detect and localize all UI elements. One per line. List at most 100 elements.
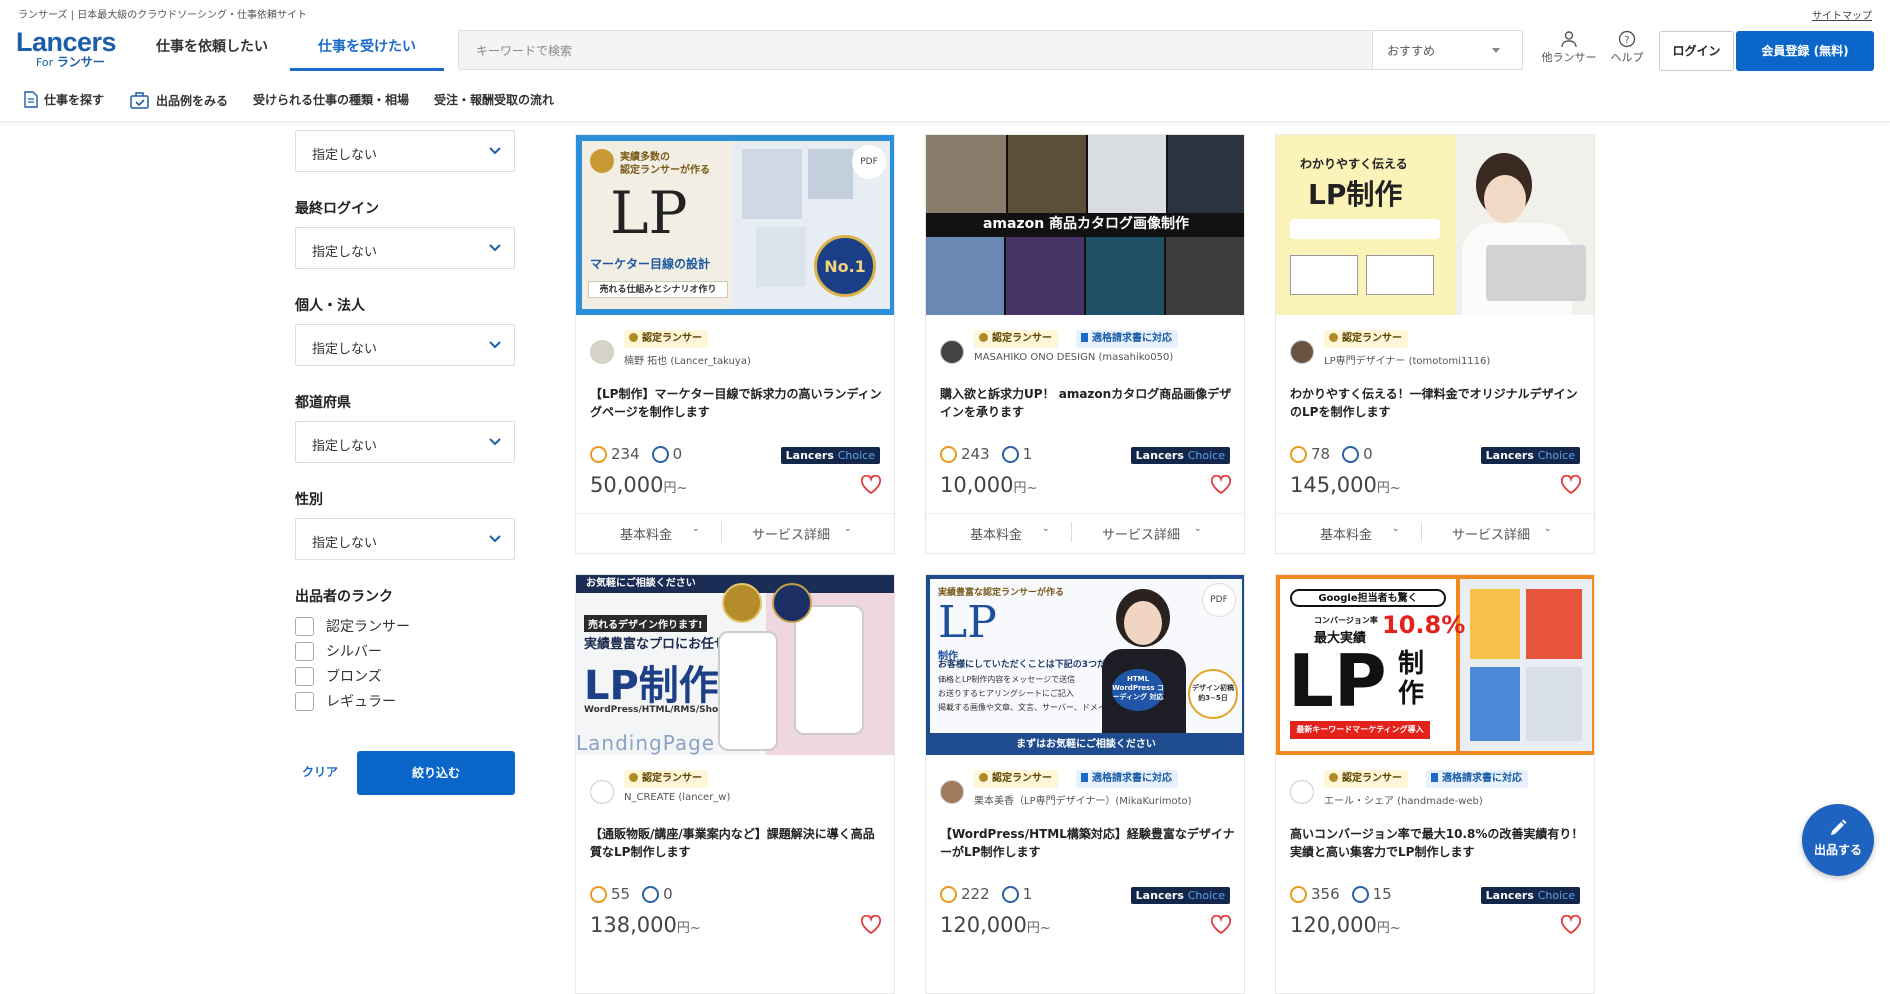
seller-name[interactable]: MASAHIKO ONO DESIGN (masahiko050) (974, 352, 1173, 363)
create-listing-button[interactable]: 出品する (1802, 804, 1874, 876)
site-description: ランサーズ | 日本最大級のクラウドソーシング・仕事依頼サイト (18, 10, 308, 21)
seller-name[interactable]: LP専門デザイナー (tomotomi1116) (1324, 352, 1490, 367)
help-icon: ? (1618, 30, 1636, 48)
filter-select-top[interactable]: 指定しない (295, 130, 515, 172)
rank-checkbox-bronze[interactable]: ブロンズ (295, 666, 382, 686)
avatar[interactable] (1290, 780, 1314, 804)
chevron-down-icon: ⌄ (1544, 524, 1552, 534)
service-thumbnail: お気軽にご相談ください 売れるデザイン作ります! 実績豊富なプロにお任せ! LP… (576, 575, 894, 755)
certified-badge: 認定ランサー (624, 770, 708, 788)
checkbox[interactable] (295, 691, 314, 711)
top-strip: ランサーズ | 日本最大級のクラウドソーシング・仕事依頼サイト サイトマップ (0, 0, 1890, 22)
smile-icon (590, 445, 607, 463)
service-card[interactable]: amazon 商品カタログ画像制作 認定ランサー 適格請求書に対応 MASAHI… (925, 134, 1245, 554)
avatar[interactable] (590, 340, 614, 364)
rank-checkbox-certified[interactable]: 認定ランサー (295, 616, 410, 636)
price: 120,000円~ (940, 913, 1051, 937)
checkbox[interactable] (295, 641, 314, 661)
basic-fee-toggle[interactable]: 基本料金 (1320, 524, 1372, 543)
chevron-down-icon (489, 244, 501, 252)
certified-badge: 認定ランサー (1324, 330, 1408, 348)
heart-icon[interactable] (1210, 475, 1232, 495)
nav-listing-examples[interactable]: 出品例をみる (130, 91, 228, 109)
service-thumbnail: amazon 商品カタログ画像制作 (926, 135, 1244, 315)
seller-name[interactable]: エール・シェア (handmade-web) (1324, 792, 1483, 807)
create-listing-label: 出品する (1813, 843, 1862, 857)
avatar[interactable] (1290, 340, 1314, 364)
service-title[interactable]: 高いコンバージョン率で最大10.8%の改善実績有り！実績と高い集客力でLP制作し… (1290, 825, 1586, 861)
heart-icon[interactable] (860, 475, 882, 495)
avatar[interactable] (940, 780, 964, 804)
service-detail-toggle[interactable]: サービス詳細 (752, 524, 830, 543)
clear-button[interactable]: クリア (295, 750, 345, 794)
basic-fee-toggle[interactable]: 基本料金 (620, 524, 672, 543)
sitemap-link[interactable]: サイトマップ (1812, 7, 1872, 22)
sort-select[interactable]: おすすめ (1372, 31, 1522, 69)
service-title[interactable]: 【通販物販/講座/事業案内など】課題解決に導く高品質なLP制作します (590, 825, 886, 861)
filter-label-prefecture: 都道府県 (295, 395, 351, 411)
service-card[interactable]: Google担当者も驚く コンバージョン率 最大実績 10.8% LP 制作 最… (1275, 574, 1595, 994)
lancers-logo[interactable]: Lancers For ランサー (16, 28, 126, 69)
service-detail-toggle[interactable]: サービス詳細 (1102, 524, 1180, 543)
certified-badge: 認定ランサー (624, 330, 708, 348)
heart-icon[interactable] (1210, 915, 1232, 935)
price: 120,000円~ (1290, 913, 1401, 937)
person-icon (1561, 31, 1577, 48)
filter-select-gender[interactable]: 指定しない (295, 518, 515, 560)
filter-label-gender: 性別 (295, 492, 323, 508)
heart-icon[interactable] (860, 915, 882, 935)
checkbox[interactable] (295, 616, 314, 636)
service-card[interactable]: 実績多数の 認定ランサーが作る LP マーケター目線の設計 売れる仕組みとシナリオ… (575, 134, 895, 554)
service-card[interactable]: お気軽にご相談ください 売れるデザイン作ります! 実績豊富なプロにお任せ! LP… (575, 574, 895, 994)
chevron-down-icon (489, 147, 501, 155)
avatar[interactable] (940, 340, 964, 364)
login-button[interactable]: ログイン (1659, 31, 1734, 71)
help-link[interactable]: ? ヘルプ (1605, 30, 1649, 65)
nav-job-types[interactable]: 受けられる仕事の種類・相場 (253, 91, 409, 108)
logo-sub: For ランサー (36, 55, 105, 70)
smile-icon (940, 445, 957, 463)
lancers-choice-badge: Lancers Choice (1130, 447, 1230, 464)
lancers-choice-badge: Lancers Choice (1480, 447, 1580, 464)
card-footer: 基本料金 ⌄ サービス詳細 ⌄ (926, 513, 1244, 549)
service-title[interactable]: わかりやすく伝える！一律料金でオリジナルデザインのLPを制作します (1290, 385, 1586, 421)
basic-fee-toggle[interactable]: 基本料金 (970, 524, 1022, 543)
rank-checkbox-regular[interactable]: レギュラー (295, 691, 396, 711)
heart-icon[interactable] (1560, 475, 1582, 495)
service-detail-toggle[interactable]: サービス詳細 (1452, 524, 1530, 543)
pencil-icon (1831, 819, 1847, 835)
checkbox[interactable] (295, 666, 314, 686)
filter-select-entity[interactable]: 指定しない (295, 324, 515, 366)
nav-find-jobs[interactable]: 仕事を探す (24, 91, 104, 108)
sad-face-icon (1001, 885, 1019, 903)
rank-checkbox-silver[interactable]: シルバー (295, 641, 382, 661)
chevron-down-icon (489, 438, 501, 446)
other-lancer-link[interactable]: 他ランサー (1537, 30, 1601, 65)
sub-navigation: 仕事を探す 出品例をみる 受けられる仕事の種類・相場 受注・報酬受取の流れ (0, 78, 1890, 122)
seller-name[interactable]: N_CREATE (lancer_w) (624, 792, 730, 803)
nav-order-flow[interactable]: 受注・報酬受取の流れ (434, 91, 554, 108)
card-footer: 基本料金 ⌄ サービス詳細 ⌄ (576, 513, 894, 549)
smile-icon (590, 885, 607, 903)
seller-name[interactable]: 栗本美香（LP専門デザイナー）(MikaKurimoto) (974, 792, 1192, 807)
service-title[interactable]: 【LP制作】マーケター目線で訴求力の高いランディングページを制作します (590, 385, 886, 421)
filter-select-last-login[interactable]: 指定しない (295, 227, 515, 269)
service-title[interactable]: 購入欲と訴求力UP！ amazonカタログ商品画像デザインを承ります (940, 385, 1236, 421)
rating-stats: 55 0 (590, 885, 673, 903)
service-card[interactable]: 実績豊富な認定ランサーが作る LP 制作 お客様にしていただくことは下記の3つだ… (925, 574, 1245, 994)
seller-info: 認定ランサー N_CREATE (lancer_w) (590, 770, 890, 810)
avatar[interactable] (590, 780, 614, 804)
certified-badge: 認定ランサー (974, 770, 1058, 788)
filter-select-prefecture[interactable]: 指定しない (295, 421, 515, 463)
seller-name[interactable]: 楠野 拓也 (Lancer_takuya) (624, 352, 751, 367)
invoice-badge: 適格請求書に対応 (1076, 330, 1178, 348)
search-input[interactable]: キーワードで検索 (476, 42, 572, 59)
heart-icon[interactable] (1560, 915, 1582, 935)
service-card[interactable]: わかりやすく伝える LP制作 認定ランサー LP専門デザイナー (tomotom… (1275, 134, 1595, 554)
tab-receive-work[interactable]: 仕事を受けたい (290, 22, 444, 71)
register-button[interactable]: 会員登録 (無料) (1736, 31, 1874, 71)
apply-filter-button[interactable]: 絞り込む (357, 751, 515, 795)
chevron-down-icon: ⌄ (1194, 524, 1202, 534)
service-title[interactable]: 【WordPress/HTML構築対応】経験豊富なデザイナーがLP制作します (940, 825, 1236, 861)
tab-request-work[interactable]: 仕事を依頼したい (140, 22, 284, 71)
